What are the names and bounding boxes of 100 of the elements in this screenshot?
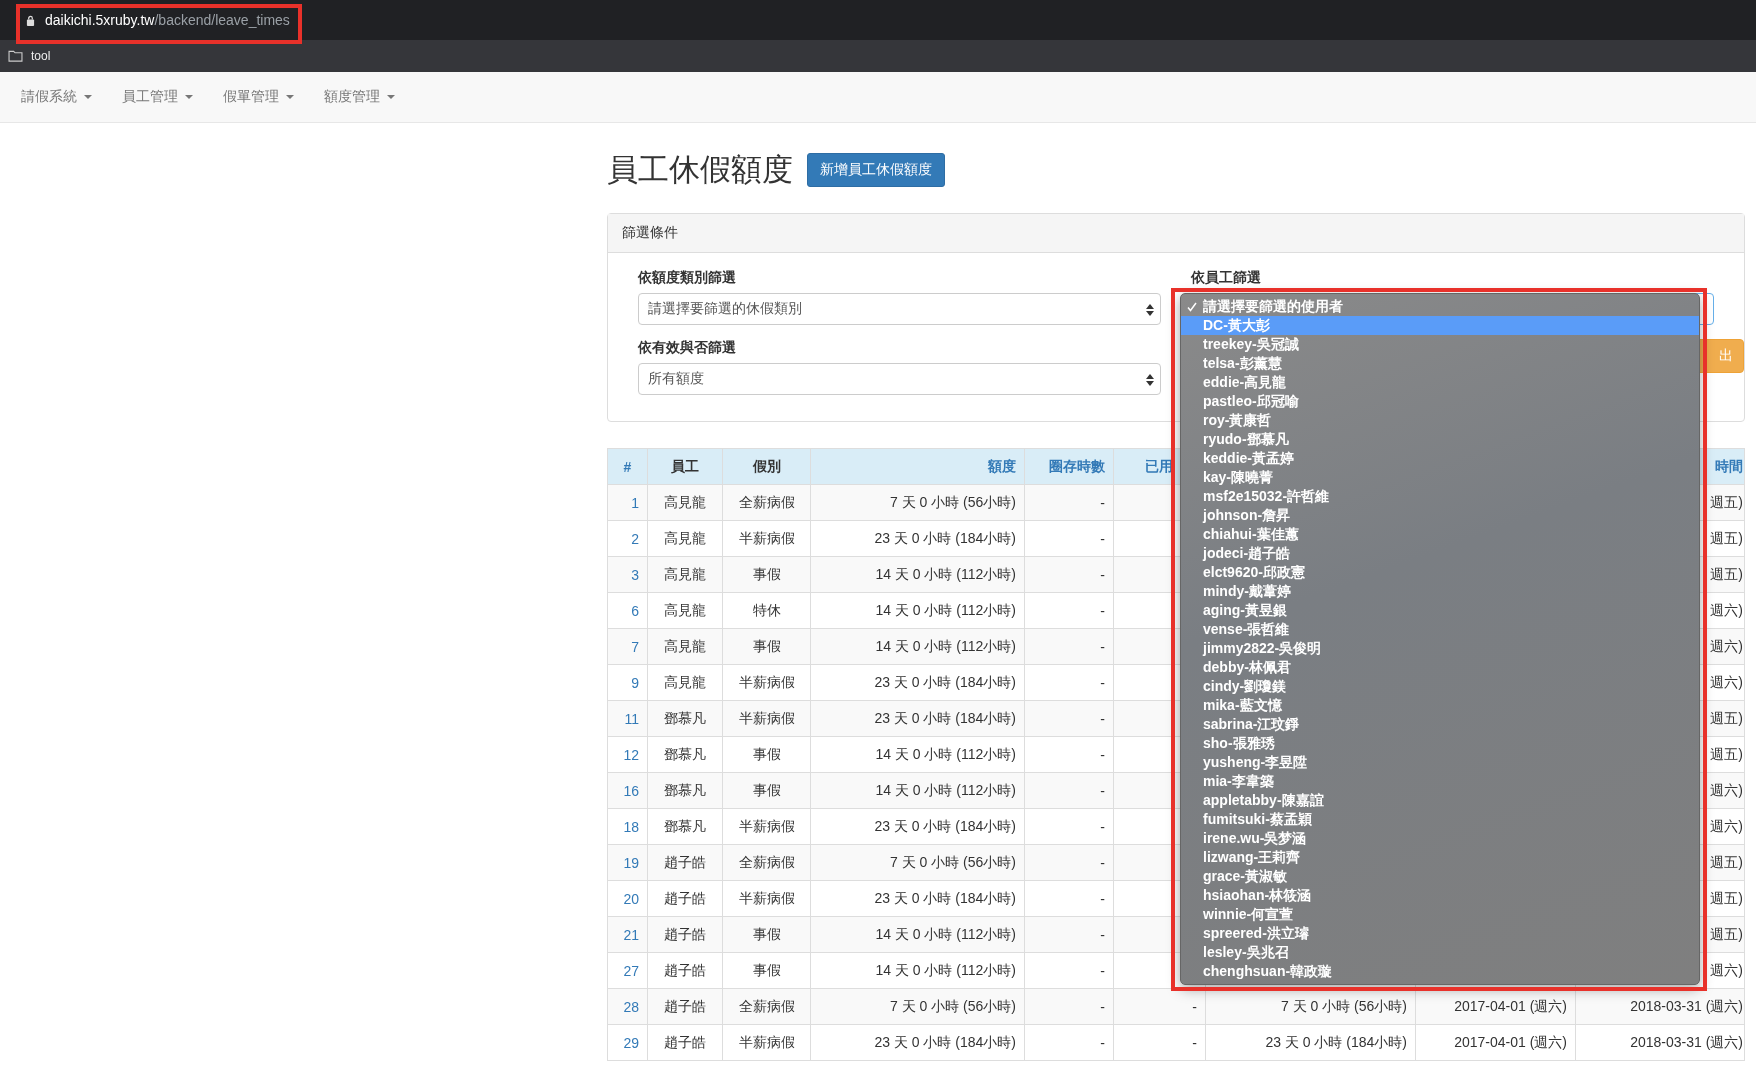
dropdown-option[interactable]: eddie-高見龍 — [1181, 373, 1699, 392]
table-cell: 半薪病假 — [722, 520, 811, 557]
address-bar[interactable]: daikichi.5xruby.tw/backend/leave_times — [26, 12, 290, 28]
table-cell: 高見龍 — [647, 556, 723, 593]
checkmark-icon — [1187, 301, 1197, 312]
table-cell: 高見龍 — [647, 520, 723, 557]
row-id-link[interactable]: 1 — [631, 494, 639, 511]
table-cell: 高見龍 — [647, 628, 723, 665]
row-id-link[interactable]: 9 — [631, 674, 639, 691]
panel-heading: 篩選條件 — [608, 214, 1744, 253]
table-cell: - — [1024, 628, 1114, 665]
row-id-link[interactable]: 27 — [623, 962, 639, 979]
row-id-link[interactable]: 28 — [623, 998, 639, 1015]
table-cell: - — [1024, 952, 1114, 989]
table-cell: - — [1024, 916, 1114, 953]
table-cell: 14 天 0 小時 (112小時) — [810, 952, 1025, 989]
table-cell: - — [1024, 772, 1114, 809]
lock-icon — [26, 14, 35, 26]
table-cell: 23 天 0 小時 (184小時) — [810, 880, 1025, 917]
table-cell: - — [1024, 736, 1114, 773]
table-cell: 高見龍 — [647, 592, 723, 629]
table-cell: 半薪病假 — [722, 700, 811, 737]
row-id-link[interactable]: 12 — [623, 746, 639, 763]
table-cell: 7 天 0 小時 (56小時) — [810, 844, 1025, 881]
table-cell: 2017-04-01 (週六) — [1415, 1024, 1576, 1061]
table-cell: 14 天 0 小時 (112小時) — [810, 772, 1025, 809]
validity-select[interactable]: 所有額度 — [638, 363, 1161, 395]
table-cell: 趙子皓 — [647, 880, 723, 917]
table-cell: 半薪病假 — [722, 880, 811, 917]
folder-icon — [8, 50, 23, 62]
table-cell: 高見龍 — [647, 484, 723, 521]
dropdown-option[interactable]: DC-黃大彭 — [1181, 316, 1699, 335]
column-header[interactable]: 額度 — [810, 448, 1025, 485]
dropdown-option[interactable]: 請選擇要篩選的使用者 — [1181, 297, 1699, 316]
table-cell: - — [1024, 700, 1114, 737]
table-cell: 7 天 0 小時 (56小時) — [810, 988, 1025, 1025]
table-cell: 高見龍 — [647, 664, 723, 701]
table-cell: 鄧慕凡 — [647, 736, 723, 773]
table-cell: 半薪病假 — [722, 808, 811, 845]
row-id-link[interactable]: 29 — [623, 1034, 639, 1051]
row-id-link[interactable]: 2 — [631, 530, 639, 547]
row-id-link[interactable]: 11 — [624, 710, 639, 727]
row-id-link[interactable]: 3 — [631, 566, 639, 583]
table-cell: - — [1024, 808, 1114, 845]
table-cell: 鄧慕凡 — [647, 700, 723, 737]
table-cell: 23 天 0 小時 (184小時) — [1205, 1024, 1416, 1061]
row-id-link[interactable]: 21 — [623, 926, 639, 943]
filter-label: 依有效與否篩選 — [638, 339, 737, 357]
dropdown-option[interactable]: pastleo-邱冠喻 — [1181, 392, 1699, 411]
filter-label: 依額度類別篩選 — [638, 269, 737, 287]
table-cell: 23 天 0 小時 (184小時) — [810, 664, 1025, 701]
nav-menu[interactable]: 額度管理 — [324, 88, 395, 106]
column-header: 員工 — [647, 448, 723, 485]
table-cell: 14 天 0 小時 (112小時) — [810, 592, 1025, 629]
bookmark-link[interactable]: tool — [31, 49, 51, 63]
table-cell: 趙子皓 — [647, 1024, 723, 1061]
category-select[interactable]: 請選擇要篩選的休假類別 — [638, 293, 1161, 325]
table-cell: 7 天 0 小時 (56小時) — [810, 484, 1025, 521]
new-quota-button[interactable]: 新增員工休假額度 — [807, 153, 945, 187]
table-cell: 事假 — [722, 736, 811, 773]
table-cell: - — [1024, 880, 1114, 917]
table-cell: 全薪病假 — [722, 988, 811, 1025]
table-cell: - — [1024, 664, 1114, 701]
table-cell: 半薪病假 — [722, 664, 811, 701]
row-id-link[interactable]: 16 — [623, 782, 639, 799]
table-cell: 事假 — [722, 952, 811, 989]
column-header[interactable]: 圈存時數 — [1024, 448, 1114, 485]
table-cell: 趙子皓 — [647, 916, 723, 953]
table-cell: 全薪病假 — [722, 484, 811, 521]
table-cell: 14 天 0 小時 (112小時) — [810, 916, 1025, 953]
table-cell: 14 天 0 小時 (112小時) — [810, 628, 1025, 665]
column-header: 假別 — [722, 448, 811, 485]
table-cell: 趙子皓 — [647, 952, 723, 989]
table-cell: 14 天 0 小時 (112小時) — [810, 556, 1025, 593]
dropdown-option[interactable]: roy-黃康哲 — [1181, 411, 1699, 430]
table-cell: 全薪病假 — [722, 844, 811, 881]
table-cell: 事假 — [722, 628, 811, 665]
nav-menu[interactable]: 假單管理 — [223, 88, 294, 106]
nav-menu[interactable]: 員工管理 — [122, 88, 193, 106]
row-id-link[interactable]: 7 — [631, 638, 639, 655]
dropdown-option[interactable]: ryudo-鄧慕凡 — [1181, 430, 1699, 449]
filter-label: 依員工篩選 — [1191, 269, 1262, 287]
table-cell: 14 天 0 小時 (112小時) — [810, 736, 1025, 773]
row-id-link[interactable]: 18 — [623, 818, 639, 835]
row-id-link[interactable]: 6 — [631, 602, 639, 619]
table-cell: - — [1024, 556, 1114, 593]
table-cell: 特休 — [722, 592, 811, 629]
table-cell: - — [1024, 592, 1114, 629]
table-cell: 趙子皓 — [647, 844, 723, 881]
row-id-link[interactable]: 19 — [623, 854, 639, 871]
url-host: daikichi.5xruby.tw — [45, 12, 155, 28]
table-cell: 23 天 0 小時 (184小時) — [810, 808, 1025, 845]
column-header[interactable]: # — [607, 448, 648, 485]
table-cell: 23 天 0 小時 (184小時) — [810, 1024, 1025, 1061]
nav-menu[interactable]: 請假系統 — [21, 88, 92, 106]
table-cell: - — [1113, 1024, 1206, 1061]
table-cell: 鄧慕凡 — [647, 772, 723, 809]
table-cell: 鄧慕凡 — [647, 808, 723, 845]
row-id-link[interactable]: 20 — [623, 890, 639, 907]
table-cell: - — [1024, 1024, 1114, 1061]
